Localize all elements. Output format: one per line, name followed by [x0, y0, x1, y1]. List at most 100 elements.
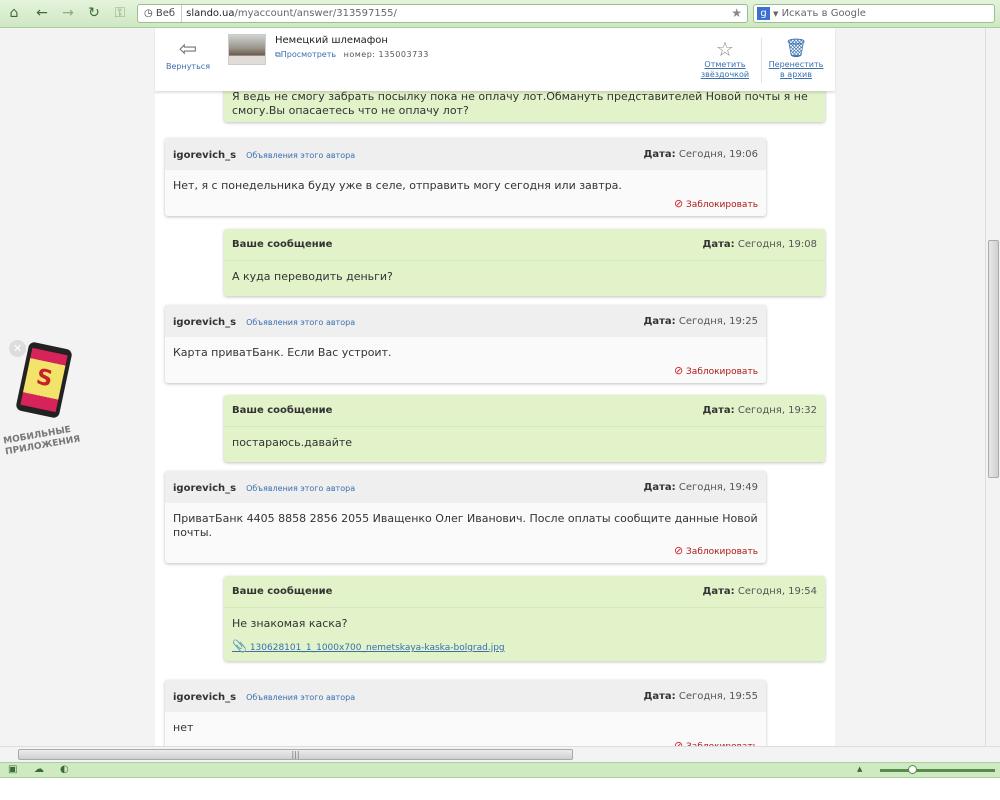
web-button[interactable]: ◷ Веб: [138, 5, 183, 22]
back-label: Вернуться: [165, 62, 211, 71]
zoom-slider-handle[interactable]: [908, 765, 917, 774]
trash-icon: 🗑: [784, 38, 808, 59]
mine-label: Ваше сообщение: [232, 405, 333, 416]
browser-toolbar: ⌂ ← → ↻ ⚿ ◷ Веб slando.ua/myaccount/answe…: [0, 0, 1000, 28]
author-ads-link[interactable]: Объявления этого автора: [246, 318, 355, 327]
zoom-up-icon[interactable]: ▲: [857, 765, 862, 773]
message-text: Карта приватБанк. Если Вас устроит.: [173, 346, 392, 359]
block-label: Заблокировать: [686, 200, 758, 210]
message-theirs: igorevich_s Объявления этого автора Дата: …: [165, 138, 766, 216]
author-name[interactable]: igorevich_s: [173, 692, 236, 703]
author-ads-link[interactable]: Объявления этого автора: [246, 693, 355, 702]
cloud-icon[interactable]: ☁: [34, 764, 44, 775]
message-date: Сегодня, 19:25: [678, 315, 758, 327]
message-text: нет: [173, 721, 194, 734]
date-label: Дата:: [702, 239, 735, 250]
message-text: постараюсь.давайте: [232, 436, 353, 449]
attachment-link[interactable]: 📎 130628101_1_1000x700_nemetskaya-kaska-…: [224, 635, 825, 661]
message-theirs: igorevich_s Объявления этого автора Дата: …: [165, 471, 766, 563]
message-mine: Ваше сообщение Дата: Сегодня, 19:08 А куд…: [224, 229, 825, 296]
message-date: Сегодня, 19:08: [737, 239, 817, 250]
star-icon: ☆: [716, 37, 734, 61]
block-icon: ⊘: [673, 197, 684, 210]
globe-icon: ◷: [144, 8, 153, 19]
speed-icon[interactable]: ◐: [60, 764, 69, 775]
divider: [761, 38, 762, 83]
message-date: Сегодня, 19:32: [737, 405, 817, 416]
bookmark-star-icon[interactable]: ★: [731, 5, 742, 22]
block-label: Заблокировать: [686, 547, 758, 557]
block-button[interactable]: ⊘ Заблокировать: [165, 739, 766, 746]
reload-icon[interactable]: ↻: [86, 5, 102, 21]
horizontal-scrollbar-thumb[interactable]: |||: [18, 749, 573, 760]
archive-button[interactable]: 🗑 Перенестить в архив: [765, 38, 827, 80]
archive-label: Перенестить: [768, 60, 824, 69]
message-mine: Ваше сообщение Дата: Сегодня, 19:32 поста…: [224, 395, 825, 462]
home-icon[interactable]: ⌂: [6, 5, 22, 21]
url-path: /myaccount/answer/313597155/: [234, 8, 397, 19]
message-text: А куда переводить деньги?: [232, 270, 393, 283]
archive-label-2: в архив: [780, 70, 812, 79]
date-label: Дата:: [643, 148, 676, 160]
attachment-filename: 130628101_1_1000x700_nemetskaya-kaska-bo…: [249, 643, 505, 653]
message-text: Не знакомая каска?: [232, 617, 348, 630]
mobile-apps-promo[interactable]: ✕ S МОБИЛЬНЫЕ ПРИЛОЖЕНИЯ: [0, 340, 100, 470]
date-label: Дата:: [702, 586, 735, 597]
ad-title[interactable]: Немецкий шлемафон: [275, 35, 388, 46]
key-icon[interactable]: ⚿: [112, 5, 128, 21]
forward-arrow-icon[interactable]: →: [60, 5, 76, 21]
message-date: Сегодня, 19:06: [678, 148, 758, 160]
block-button[interactable]: ⊘ Заблокировать: [165, 364, 766, 383]
message-theirs: igorevich_s Объявления этого автора Дата: …: [165, 305, 766, 383]
promo-text: МОБИЛЬНЫЕ ПРИЛОЖЕНИЯ: [3, 424, 82, 459]
message-text: ПриватБанк 4405 8858 2856 2055 Иващенко …: [173, 512, 758, 539]
vertical-scrollbar[interactable]: [985, 28, 1000, 746]
date-label: Дата:: [643, 690, 676, 702]
date-label: Дата:: [702, 405, 735, 416]
back-arrow-icon[interactable]: ←: [34, 5, 50, 21]
message-date: Сегодня, 19:49: [678, 481, 758, 493]
vertical-scrollbar-thumb[interactable]: [988, 240, 999, 478]
back-button[interactable]: ⇦ Вернуться: [163, 37, 213, 72]
mine-label: Ваше сообщение: [232, 586, 333, 597]
view-label: Просмотреть: [280, 50, 337, 59]
status-bar: ▣ ☁ ◐ ▲: [0, 762, 1000, 778]
star-label: Отметить: [704, 60, 746, 69]
close-icon[interactable]: ✕: [9, 340, 26, 357]
ad-thumbnail[interactable]: [228, 34, 266, 65]
view-link[interactable]: ⧉Просмотреть: [275, 50, 336, 59]
message-date: Сегодня, 19:55: [678, 690, 758, 702]
address-bar[interactable]: ◷ Веб slando.ua/myaccount/answer/31359715…: [137, 4, 748, 23]
star-label-2: звёздочкой: [700, 70, 750, 79]
author-ads-link[interactable]: Объявления этого автора: [246, 151, 355, 160]
star-button[interactable]: ☆ Отметить звёздочкой: [700, 38, 750, 80]
date-label: Дата:: [643, 481, 676, 493]
block-button[interactable]: ⊘ Заблокировать: [165, 197, 766, 216]
message-date: Сегодня, 19:54: [737, 586, 817, 597]
back-arrow-icon: ⇦: [178, 37, 198, 62]
author-name[interactable]: igorevich_s: [173, 317, 236, 328]
author-name[interactable]: igorevich_s: [173, 483, 236, 494]
page-viewport: Я ведь не смогу забрать посылку пока не …: [0, 28, 985, 746]
mine-label: Ваше сообщение: [232, 239, 333, 250]
url-host: slando.ua: [186, 8, 235, 19]
google-icon[interactable]: g: [757, 7, 770, 20]
author-name[interactable]: igorevich_s: [173, 150, 236, 161]
author-ads-link[interactable]: Объявления этого автора: [246, 484, 355, 493]
horizontal-scrollbar[interactable]: |||: [0, 746, 1000, 762]
search-input[interactable]: g ▼ Искать в Google: [753, 4, 995, 23]
block-button[interactable]: ⊘ Заблокировать: [165, 544, 766, 563]
message-theirs: igorevich_s Объявления этого автора Дата: …: [165, 680, 766, 746]
block-icon: ⊘: [673, 364, 684, 377]
date-label: Дата:: [643, 315, 676, 327]
block-icon: ⊘: [673, 544, 684, 557]
message-mine: Ваше сообщение Дата: Сегодня, 19:54 Не зн…: [224, 576, 825, 661]
paperclip-icon: 📎: [232, 639, 247, 653]
web-label: Веб: [155, 8, 176, 19]
block-icon: ⊘: [673, 739, 684, 746]
block-label: Заблокировать: [686, 367, 758, 377]
panel-icon[interactable]: ▣: [8, 764, 17, 775]
dropdown-icon[interactable]: ▼: [773, 10, 778, 18]
zoom-slider[interactable]: [880, 765, 995, 774]
search-placeholder: Искать в Google: [781, 8, 866, 19]
